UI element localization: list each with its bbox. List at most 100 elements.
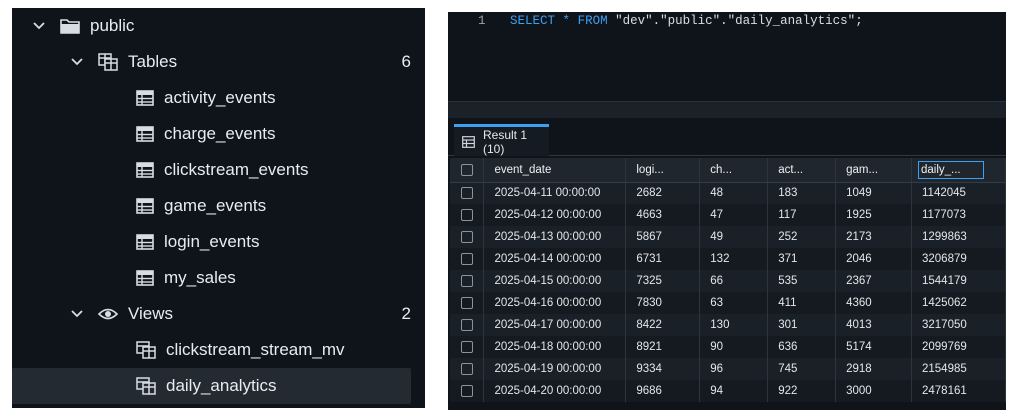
table-row[interactable]: 2025-04-19 00:00:00 9334 96 745 2918 2154985 xyxy=(450,358,1006,380)
row-checkbox-cell[interactable] xyxy=(450,182,485,204)
tree-item-table[interactable]: my_sales xyxy=(12,260,425,296)
tree-node-tables[interactable]: Tables 6 xyxy=(12,44,425,80)
table-cell[interactable]: 117 xyxy=(767,204,837,226)
table-cell[interactable]: 48 xyxy=(699,182,769,204)
tree-item-table[interactable]: game_events xyxy=(12,188,425,224)
row-checkbox-cell[interactable] xyxy=(450,314,485,336)
table-cell[interactable]: 301 xyxy=(767,314,837,336)
table-cell[interactable]: 49 xyxy=(699,226,769,248)
checkbox[interactable] xyxy=(460,340,473,353)
table-cell[interactable]: 130 xyxy=(699,314,769,336)
row-checkbox-cell[interactable] xyxy=(450,226,485,248)
tree-item-view[interactable]: daily_analytics xyxy=(12,368,411,404)
chevron-down-icon[interactable] xyxy=(70,55,84,69)
table-cell[interactable]: 4663 xyxy=(625,204,701,226)
table-row[interactable]: 2025-04-11 00:00:00 2682 48 183 1049 1142045 xyxy=(450,182,1006,204)
table-cell[interactable]: 7325 xyxy=(625,270,701,292)
table-cell[interactable]: 3217050 xyxy=(911,314,1006,336)
table-cell[interactable]: 2682 xyxy=(625,182,701,204)
tree-item-table[interactable]: clickstream_events xyxy=(12,152,425,188)
table-cell[interactable]: 3000 xyxy=(835,380,912,402)
table-cell[interactable]: 371 xyxy=(767,248,837,270)
table-cell[interactable]: 2918 xyxy=(835,358,912,380)
table-cell[interactable]: 4013 xyxy=(835,314,912,336)
table-cell[interactable]: 2046 xyxy=(835,248,912,270)
column-header[interactable]: event_date xyxy=(483,158,627,183)
table-cell[interactable]: 94 xyxy=(699,380,769,402)
table-cell[interactable]: 47 xyxy=(699,204,769,226)
row-checkbox-cell[interactable] xyxy=(450,358,485,380)
table-cell[interactable]: 1425062 xyxy=(911,292,1006,314)
checkbox[interactable] xyxy=(460,208,473,221)
table-cell[interactable]: 9334 xyxy=(625,358,701,380)
table-cell[interactable]: 2025-04-14 00:00:00 xyxy=(483,248,627,270)
checkbox[interactable] xyxy=(460,274,473,287)
chevron-down-icon[interactable] xyxy=(32,19,46,33)
table-cell[interactable]: 90 xyxy=(699,336,769,358)
table-cell[interactable]: 252 xyxy=(767,226,837,248)
table-cell[interactable]: 183 xyxy=(767,182,837,204)
checkbox[interactable] xyxy=(460,252,473,265)
checkbox[interactable] xyxy=(460,230,473,243)
table-cell[interactable]: 2025-04-15 00:00:00 xyxy=(483,270,627,292)
table-row[interactable]: 2025-04-18 00:00:00 8921 90 636 5174 2099769 xyxy=(450,336,1006,358)
table-cell[interactable]: 2025-04-17 00:00:00 xyxy=(483,314,627,336)
table-cell[interactable]: 2025-04-19 00:00:00 xyxy=(483,358,627,380)
row-checkbox-cell[interactable] xyxy=(450,380,485,402)
tree-node-views[interactable]: Views 2 xyxy=(12,296,425,332)
table-row[interactable]: 2025-04-14 00:00:00 6731 132 371 2046 3206879 xyxy=(450,248,1006,270)
checkbox[interactable] xyxy=(460,384,473,397)
checkbox[interactable] xyxy=(460,362,473,375)
table-cell[interactable]: 7830 xyxy=(625,292,701,314)
table-cell[interactable]: 1177073 xyxy=(911,204,1006,226)
tree-item-table[interactable]: login_events xyxy=(12,224,425,260)
checkbox[interactable] xyxy=(460,163,473,176)
table-cell[interactable]: 2025-04-12 00:00:00 xyxy=(483,204,627,226)
tree-item-table[interactable]: charge_events xyxy=(12,116,425,152)
column-header[interactable]: act... xyxy=(767,158,837,183)
table-cell[interactable]: 2154985 xyxy=(911,358,1006,380)
table-cell[interactable]: 2025-04-20 00:00:00 xyxy=(483,380,627,402)
column-header[interactable]: gam... xyxy=(835,158,912,183)
table-row[interactable]: 2025-04-17 00:00:00 8422 130 301 4013 3217050 xyxy=(450,314,1006,336)
checkbox[interactable] xyxy=(460,318,473,331)
row-checkbox-cell[interactable] xyxy=(450,292,485,314)
table-cell[interactable]: 5174 xyxy=(835,336,912,358)
table-cell[interactable]: 1299863 xyxy=(911,226,1006,248)
table-cell[interactable]: 636 xyxy=(767,336,837,358)
table-cell[interactable]: 8921 xyxy=(625,336,701,358)
table-cell[interactable]: 745 xyxy=(767,358,837,380)
table-cell[interactable]: 411 xyxy=(767,292,837,314)
table-cell[interactable]: 132 xyxy=(699,248,769,270)
table-cell[interactable]: 5867 xyxy=(625,226,701,248)
table-cell[interactable]: 2025-04-16 00:00:00 xyxy=(483,292,627,314)
table-cell[interactable]: 2025-04-18 00:00:00 xyxy=(483,336,627,358)
table-cell[interactable]: 96 xyxy=(699,358,769,380)
table-cell[interactable]: 3206879 xyxy=(911,248,1006,270)
table-row[interactable]: 2025-04-16 00:00:00 7830 63 411 4360 1425062 xyxy=(450,292,1006,314)
table-cell[interactable]: 2478161 xyxy=(911,380,1006,402)
chevron-down-icon[interactable] xyxy=(70,307,84,321)
table-cell[interactable]: 4360 xyxy=(835,292,912,314)
table-row[interactable]: 2025-04-12 00:00:00 4663 47 117 1925 1177073 xyxy=(450,204,1006,226)
table-cell[interactable]: 922 xyxy=(767,380,837,402)
table-cell[interactable]: 1925 xyxy=(835,204,912,226)
table-cell[interactable]: 2367 xyxy=(835,270,912,292)
row-checkbox-cell[interactable] xyxy=(450,248,485,270)
table-cell[interactable]: 2025-04-13 00:00:00 xyxy=(483,226,627,248)
table-cell[interactable]: 2173 xyxy=(835,226,912,248)
table-cell[interactable]: 63 xyxy=(699,292,769,314)
table-cell[interactable]: 1049 xyxy=(835,182,912,204)
checkbox[interactable] xyxy=(460,296,473,309)
sql-code-line[interactable]: SELECT * FROM "dev"."public"."daily_anal… xyxy=(510,14,863,28)
table-cell[interactable]: 1544179 xyxy=(911,270,1006,292)
table-cell[interactable]: 6731 xyxy=(625,248,701,270)
tab-result-1[interactable]: Result 1 (10) xyxy=(454,124,549,156)
sql-editor[interactable]: 1 SELECT * FROM "dev"."public"."daily_an… xyxy=(448,12,1006,101)
table-row[interactable]: 2025-04-15 00:00:00 7325 66 535 2367 1544179 xyxy=(450,270,1006,292)
tree-item-table[interactable]: activity_events xyxy=(12,80,425,116)
table-cell[interactable]: 8422 xyxy=(625,314,701,336)
tree-item-view[interactable]: clickstream_stream_mv xyxy=(12,332,425,368)
table-cell[interactable]: 9686 xyxy=(625,380,701,402)
row-checkbox-cell[interactable] xyxy=(450,336,485,358)
